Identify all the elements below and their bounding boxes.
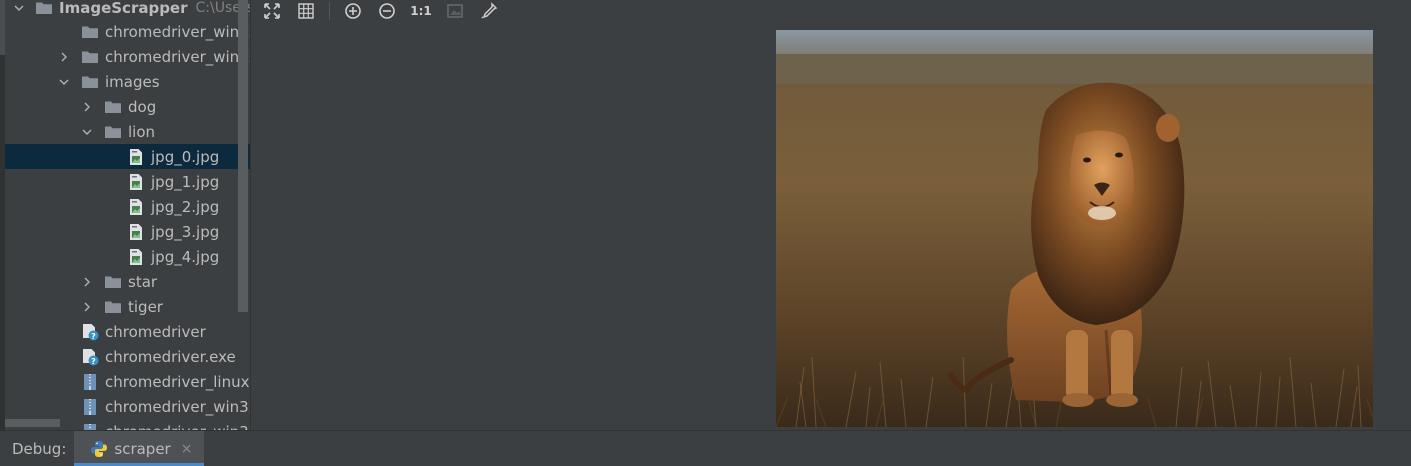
zoom-out-icon[interactable] <box>376 0 398 22</box>
tree-item-label: chromedriver_win32 <box>105 22 250 41</box>
tree-item-jpg-1-jpg[interactable]: jpg_1.jpg <box>5 169 250 194</box>
tree-root-imagescrapper[interactable]: ImageScrapper C:\Users\s <box>5 0 250 20</box>
tree-item-star[interactable]: star <box>5 269 250 294</box>
chevron-right-icon[interactable] <box>81 294 93 319</box>
chevron-right-icon[interactable] <box>58 44 70 69</box>
chevron-down-icon[interactable] <box>13 0 25 20</box>
tree-item-label: jpg_3.jpg <box>151 222 220 241</box>
folder-icon <box>104 98 122 116</box>
folder-icon <box>81 23 99 41</box>
image-file-icon <box>127 173 145 191</box>
unknown-file-icon <box>81 323 99 341</box>
tree-item-label: chromedriver_win32 (2) <box>105 423 250 431</box>
tree-item-jpg-3-jpg[interactable]: jpg_3.jpg <box>5 219 250 244</box>
image-file-icon <box>127 148 145 166</box>
tree-item-chromedriver[interactable]: chromedriver <box>5 319 250 344</box>
tree-item-label: chromedriver.exe <box>105 347 236 366</box>
color-picker-icon[interactable] <box>478 0 500 22</box>
close-icon[interactable]: × <box>181 441 193 457</box>
tree-item-dog[interactable]: dog <box>5 94 250 119</box>
tree-item-label: images <box>105 72 160 91</box>
image-toolbar: 1:1 <box>261 0 512 22</box>
tree-item-chromedriver-win32-2[interactable]: chromedriver_win32 (2) <box>5 44 250 69</box>
image-file-icon <box>127 198 145 216</box>
tree-item-chromedriver-linux64-zi[interactable]: chromedriver_linux64.zi <box>5 369 250 394</box>
show-grid-icon[interactable] <box>295 0 317 22</box>
tree-item-jpg-2-jpg[interactable]: jpg_2.jpg <box>5 194 250 219</box>
tree-item-label: jpg_4.jpg <box>151 247 220 266</box>
chevron-right-icon[interactable] <box>81 269 93 294</box>
tree-item-label: chromedriver <box>105 322 206 341</box>
image-viewer: 1:1 <box>250 0 1411 430</box>
folder-icon <box>81 73 99 91</box>
zip-file-icon <box>81 423 99 431</box>
tree-item-label: star <box>128 272 158 291</box>
chevron-down-icon[interactable] <box>58 69 70 94</box>
actual-size-button[interactable]: 1:1 <box>410 0 432 22</box>
folder-icon <box>35 0 53 17</box>
lion-photo <box>776 30 1373 427</box>
tab-scraper-label: scraper <box>114 439 171 458</box>
tree-item-label: tiger <box>128 297 163 316</box>
tree-item-jpg-4-jpg[interactable]: jpg_4.jpg <box>5 244 250 269</box>
tree-item-label: chromedriver_win32 (2) <box>105 47 250 66</box>
fit-to-window-icon[interactable] <box>261 0 283 22</box>
zip-file-icon <box>81 373 99 391</box>
tree-vertical-scrollbar[interactable] <box>238 0 248 312</box>
chevron-down-icon[interactable] <box>81 119 93 144</box>
tree-item-label: chromedriver_linux64.zi <box>105 372 250 391</box>
chevron-right-icon[interactable] <box>81 94 93 119</box>
folder-icon <box>104 273 122 291</box>
tree-horizontal-scrollbar[interactable] <box>5 419 60 427</box>
tree-item-label: dog <box>128 97 157 116</box>
python-icon <box>91 440 108 457</box>
tree-item-jpg-0-jpg[interactable]: jpg_0.jpg <box>5 144 250 169</box>
toolbar-separator <box>329 2 330 20</box>
debug-label: Debug: <box>12 439 67 458</box>
tree-item-label: jpg_0.jpg <box>151 147 220 166</box>
background-toggle-icon[interactable] <box>444 0 466 22</box>
debug-tool-window-bar: Debug: scraper × <box>0 430 1411 466</box>
tree-item-label: jpg_2.jpg <box>151 197 220 216</box>
tree-item-images[interactable]: images <box>5 69 250 94</box>
folder-icon <box>81 48 99 66</box>
zoom-in-icon[interactable] <box>342 0 364 22</box>
zip-file-icon <box>81 398 99 416</box>
image-file-icon <box>127 248 145 266</box>
tab-scraper[interactable]: scraper × <box>74 431 205 466</box>
tree-item-chromedriver-exe[interactable]: chromedriver.exe <box>5 344 250 369</box>
tree-item-label: chromedriver_win32.zip <box>105 397 250 416</box>
unknown-file-icon <box>81 348 99 366</box>
image-file-icon <box>127 223 145 241</box>
tree-root-label: ImageScrapper <box>59 0 188 17</box>
tree-item-chromedriver-win32[interactable]: chromedriver_win32 <box>5 19 250 44</box>
tree-item-lion[interactable]: lion <box>5 119 250 144</box>
folder-icon <box>104 123 122 141</box>
folder-icon <box>104 298 122 316</box>
tree-item-tiger[interactable]: tiger <box>5 294 250 319</box>
tree-item-label: jpg_1.jpg <box>151 172 220 191</box>
tree-item-chromedriver-win32-zip[interactable]: chromedriver_win32.zip <box>5 394 250 419</box>
tree-item-label: lion <box>128 122 156 141</box>
project-tree: ImageScrapper C:\Users\s chromedriver_wi… <box>0 0 250 430</box>
